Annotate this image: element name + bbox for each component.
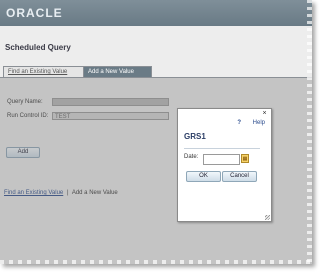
date-label: Date: bbox=[184, 154, 199, 160]
resize-grip-icon[interactable] bbox=[265, 215, 270, 220]
date-input[interactable] bbox=[203, 154, 240, 165]
oracle-logo: ORACLE bbox=[6, 6, 63, 20]
help-icon[interactable]: ? bbox=[237, 120, 241, 126]
ok-button[interactable]: OK bbox=[186, 171, 221, 182]
page-title: Scheduled Query bbox=[5, 43, 71, 52]
cancel-button[interactable]: Cancel bbox=[222, 171, 257, 182]
title-divider bbox=[184, 148, 260, 149]
torn-edge-bottom bbox=[0, 260, 312, 264]
dialog-title: GRS1 bbox=[184, 132, 206, 141]
page: ORACLE Scheduled Query Find an Existing … bbox=[0, 0, 312, 264]
help-link[interactable]: Help bbox=[253, 120, 265, 126]
close-icon[interactable]: × bbox=[261, 110, 268, 117]
app-header: ORACLE bbox=[0, 0, 312, 26]
torn-edge-right bbox=[307, 0, 312, 264]
date-prompt-dialog: × ? Help GRS1 Date: ▦ OK Cancel bbox=[177, 108, 272, 222]
calendar-icon[interactable]: ▦ bbox=[241, 154, 249, 163]
